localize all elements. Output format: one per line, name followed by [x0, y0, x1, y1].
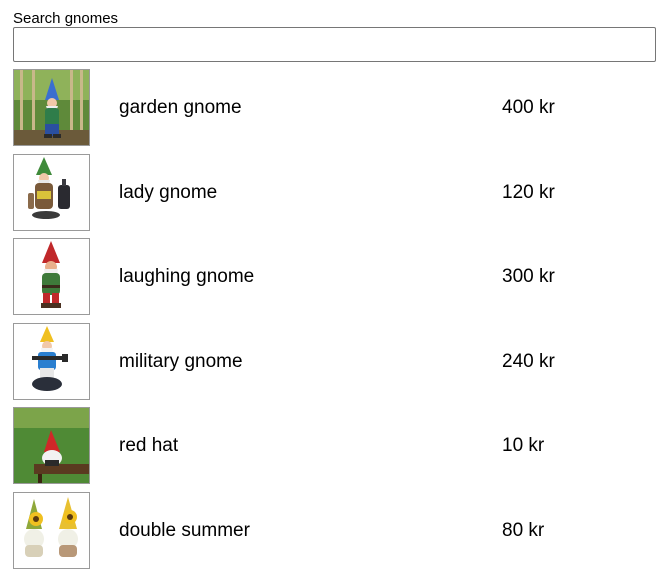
- double-summer-gnome-image: [13, 491, 90, 569]
- product-price: 120 kr: [502, 181, 555, 203]
- product-row[interactable]: laughing gnome 300 kr: [13, 238, 663, 323]
- product-name: red hat: [119, 435, 179, 457]
- product-row[interactable]: military gnome 240 kr: [13, 322, 663, 408]
- product-name: military gnome: [119, 350, 243, 372]
- military-gnome-image: [13, 322, 90, 400]
- product-name: laughing gnome: [119, 266, 255, 288]
- product-price: 300 kr: [502, 266, 555, 288]
- product-name: garden gnome: [119, 97, 242, 118]
- product-list: garden gnome 400 kr lady gnome 120 kr la…: [13, 69, 663, 577]
- product-price: 80 kr: [502, 519, 545, 541]
- product-row[interactable]: garden gnome 400 kr: [13, 69, 663, 154]
- product-row[interactable]: lady gnome 120 kr: [13, 153, 663, 239]
- product-price: 240 kr: [502, 350, 555, 372]
- garden-gnome-image: [13, 69, 90, 146]
- product-name: lady gnome: [119, 181, 218, 203]
- product-row[interactable]: red hat 10 kr: [13, 407, 663, 492]
- lady-gnome-image: [13, 153, 90, 231]
- red-hat-gnome-image: [13, 407, 90, 485]
- product-name: double summer: [119, 519, 250, 541]
- product-price: 400 kr: [502, 97, 555, 118]
- laughing-gnome-image: [13, 238, 90, 316]
- search-label: Search gnomes: [13, 10, 119, 27]
- product-price: 10 kr: [502, 435, 545, 457]
- product-row[interactable]: double summer 80 kr: [13, 491, 663, 577]
- search-input[interactable]: [13, 27, 656, 62]
